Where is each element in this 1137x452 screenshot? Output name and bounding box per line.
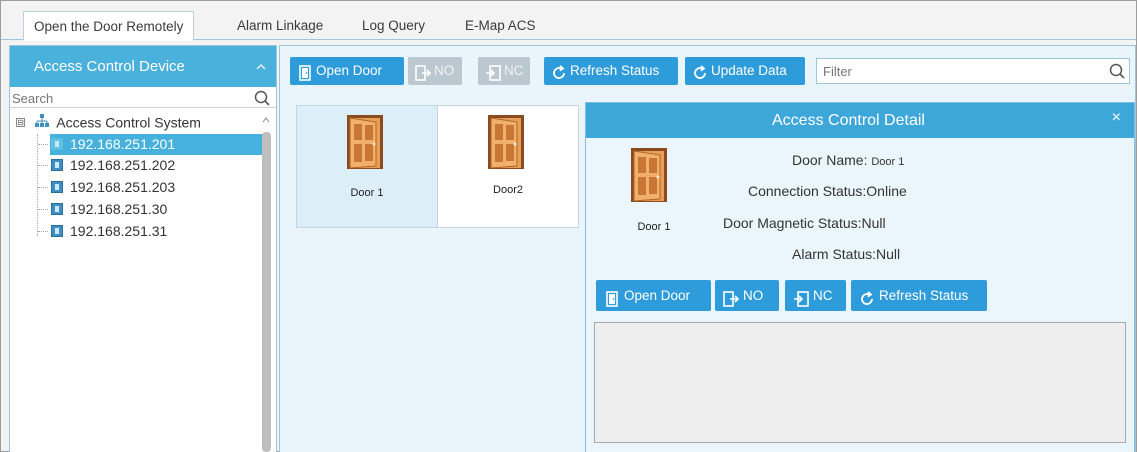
alarm-status-value: Null [876,246,901,262]
detail-log-area[interactable] [594,322,1126,443]
device-search-input[interactable] [12,89,242,107]
detail-no-label: NO [743,288,764,303]
door-magnetic-status-value: Null [861,215,886,231]
door-exit-icon [415,63,432,81]
search-icon[interactable] [253,89,271,107]
tree-scrollbar[interactable] [261,116,271,452]
tree-node-label: 192.168.251.203 [70,179,176,195]
tree-node-label: 192.168.251.31 [70,223,168,239]
tree-node-device[interactable]: 192.168.251.201 [38,134,265,155]
door-panel: Open Door NO NC Refresh Status Update Da… [279,45,1136,452]
device-panel: Access Control Device ⊟ [9,45,277,452]
filter-box [816,58,1130,84]
detail-open-door-button[interactable]: Open Door [596,280,711,311]
network-icon [34,114,49,131]
door-icon [297,63,313,81]
tree-branch-line [38,165,48,166]
update-data-button[interactable]: Update Data [685,57,805,85]
detail-door-label: Door 1 [637,221,671,233]
device-panel-title: Access Control Device [34,58,185,75]
detail-dialog-header: Access Control Detail × [586,103,1134,138]
detail-no-button[interactable]: NO [715,280,779,311]
device-panel-header: Access Control Device [10,46,276,87]
tab-log-query[interactable]: Log Query [362,11,425,41]
tree-branch-line [38,231,48,232]
door-name-value: Door 1 [871,156,905,168]
door-icon [604,287,620,307]
detail-refresh-status-label: Refresh Status [879,288,969,303]
door-magnetic-status-row: Door Magnetic Status:Null [723,215,886,231]
no-button[interactable]: NO [408,57,462,85]
door-card-label: Door2 [493,184,523,196]
alarm-status-key: Alarm Status: [792,246,877,262]
connection-status-row: Connection Status:Online [748,183,907,199]
door-name-key: Door Name: [792,152,868,168]
door-card-label: Door 1 [350,187,384,199]
detail-nc-button[interactable]: NC [785,280,846,311]
tree-node-label: 192.168.251.201 [70,136,176,152]
search-icon[interactable] [1108,62,1126,80]
device-icon [51,225,63,237]
collapse-tree-icon[interactable]: ⊟ [16,118,25,128]
detail-refresh-status-button[interactable]: Refresh Status [851,280,987,311]
update-data-label: Update Data [711,63,787,78]
tree-node-label: 192.168.251.202 [70,157,176,173]
alarm-status-row: Alarm Status:Null [792,246,900,262]
nc-label: NC [504,63,524,78]
tab-e-map-acs[interactable]: E-Map ACS [465,11,536,41]
detail-dialog-title: Access Control Detail [772,112,925,129]
connection-status-key: Connection Status: [748,183,867,199]
filter-input[interactable] [823,62,1093,80]
tree-node-device[interactable]: 192.168.251.31 [38,221,260,242]
tree-node-device[interactable]: 192.168.251.202 [38,155,260,176]
scrollbar-thumb[interactable] [262,132,271,452]
detail-nc-label: NC [813,288,833,303]
tree-root-access-control-system[interactable]: ⊟ Access Control System [16,114,201,132]
connection-status-value: Online [866,183,907,199]
device-icon [51,138,63,150]
door-icon [347,115,383,169]
refresh-icon [692,63,708,79]
door-icon [488,115,524,169]
door-lock-icon [485,63,501,81]
door-magnetic-status-key: Door Magnetic Status: [723,215,862,231]
chevron-up-icon[interactable] [256,60,266,74]
close-icon[interactable]: × [1112,109,1121,127]
tab-alarm-linkage[interactable]: Alarm Linkage [237,11,323,41]
device-tree: ⊟ Access Control System 192.168.251.201 … [10,110,265,450]
device-icon [51,203,63,215]
tree-node-label: 192.168.251.30 [70,201,168,217]
refresh-icon [859,287,875,305]
door-card[interactable]: Door2 [437,105,579,228]
tree-branch-line [38,209,48,210]
door-icon [631,148,667,202]
no-label: NO [434,63,455,78]
tree-node-device[interactable]: 192.168.251.30 [38,199,260,220]
tree-branch-line [38,144,48,145]
refresh-status-label: Refresh Status [570,63,660,78]
door-name-row: Door Name: Door 1 [792,152,904,168]
device-icon [51,181,63,193]
access-control-detail-dialog: Access Control Detail × Door 1 Door Name… [585,102,1135,452]
door-exit-icon [723,287,740,307]
detail-open-door-label: Open Door [624,288,691,303]
app-window: Open the Door Remotely Alarm Linkage Log… [0,0,1137,452]
nc-button[interactable]: NC [478,57,530,85]
tab-open-door-remotely[interactable]: Open the Door Remotely [23,11,195,41]
refresh-status-button[interactable]: Refresh Status [544,57,678,85]
tree-node-device[interactable]: 192.168.251.203 [38,177,260,198]
device-search-box [10,88,276,108]
scroll-up-icon[interactable] [262,116,270,125]
tree-root-label: Access Control System [56,114,201,131]
open-door-button[interactable]: Open Door [290,57,404,85]
refresh-icon [551,63,567,79]
door-card[interactable]: Door 1 [296,105,438,228]
tree-branch-line [38,187,48,188]
open-door-label: Open Door [316,63,383,78]
tab-bar: Open the Door Remotely Alarm Linkage Log… [1,1,1136,41]
door-lock-icon [793,287,809,307]
device-icon [51,159,63,171]
